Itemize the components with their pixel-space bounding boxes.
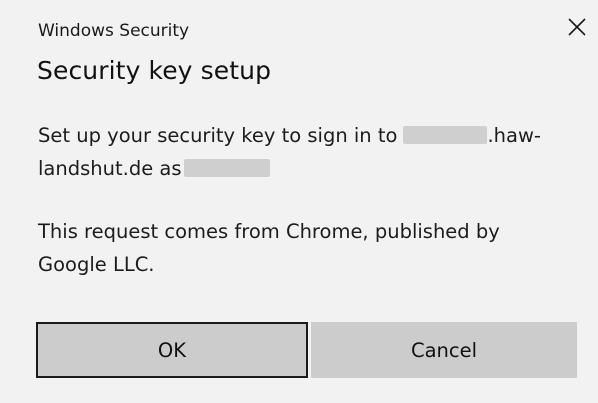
- dialog-heading: Security key setup: [37, 56, 272, 85]
- cancel-button[interactable]: Cancel: [311, 322, 577, 378]
- sign-in-message: Set up your security key to sign in to .h…: [38, 119, 568, 185]
- message-domain-suffix: .haw-: [487, 124, 541, 147]
- cancel-button-label: Cancel: [410, 338, 478, 362]
- redacted-username: [183, 159, 270, 177]
- redacted-domain: [403, 126, 488, 144]
- ok-button-label: OK: [157, 338, 187, 362]
- message-prefix: Set up your security key to sign in to: [38, 124, 398, 147]
- close-button[interactable]: [560, 10, 594, 44]
- close-icon: [568, 18, 586, 36]
- request-info-message: This request comes from Chrome, publishe…: [38, 220, 500, 276]
- ok-button[interactable]: OK: [36, 322, 308, 378]
- security-dialog: Windows Security Security key setup Set …: [0, 0, 598, 403]
- window-title: Windows Security: [38, 21, 190, 41]
- message-line2-prefix: landshut.de as: [38, 157, 182, 180]
